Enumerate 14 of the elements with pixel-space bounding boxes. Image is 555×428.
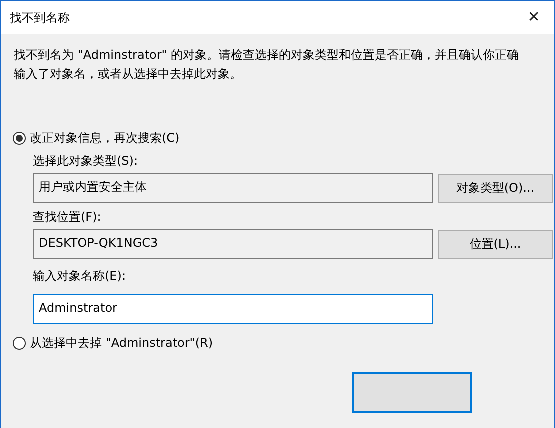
radio-label[interactable]: 改正对象信息，再次搜索(C) — [30, 129, 180, 147]
radio-label[interactable]: 从选择中去掉 "Adminstrator"(R) — [30, 334, 214, 352]
input-field[interactable]: Adminstrator — [33, 294, 433, 324]
radio-button[interactable] — [13, 336, 26, 350]
error-message: 找不到名为 "Adminstrator" 的对象。请检查选择的对象类型和位置是否正确，并且确认你正确输入了对象名，或者从选择中去掉此对象。 — [13, 47, 520, 84]
field-label: 选择此对象类型(S): — [33, 153, 140, 170]
close-button[interactable]: ✕ — [514, 5, 554, 30]
field-label: 输入对象名称(E): — [33, 268, 127, 285]
default-button[interactable] — [352, 372, 472, 413]
object-types-button[interactable]: 对象类型(O)... — [438, 174, 553, 202]
radio-button[interactable] — [13, 132, 26, 144]
window-title: 找不到名称 — [10, 10, 70, 26]
field-label: 查找位置(F): — [33, 209, 102, 226]
locations-button[interactable]: 位置(L)... — [438, 230, 553, 258]
